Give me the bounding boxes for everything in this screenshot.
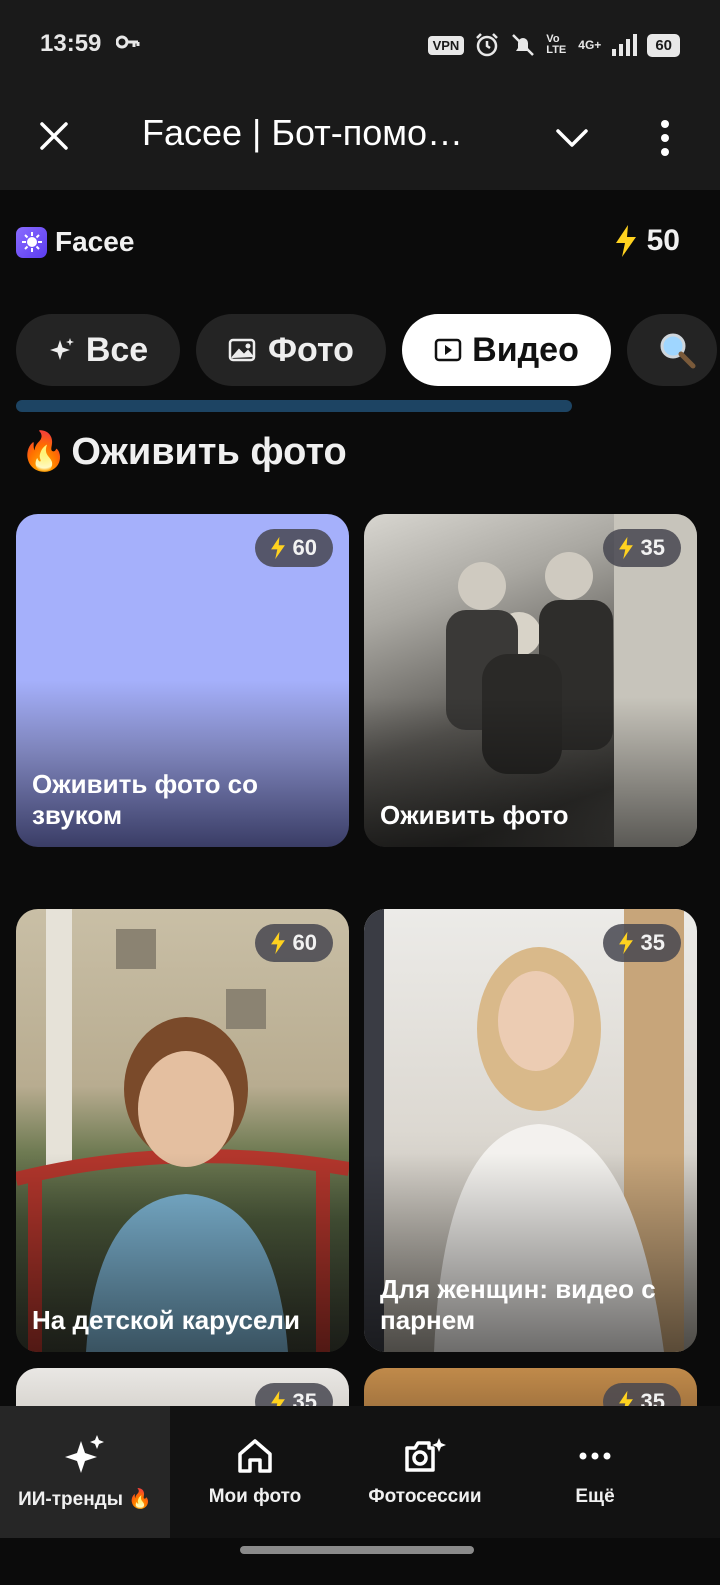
section-title-text: Оживить фото xyxy=(71,430,347,473)
app-name: Facee xyxy=(55,226,135,257)
bell-off-icon xyxy=(512,34,535,56)
cost-value: 60 xyxy=(292,535,317,560)
network-type: 4G+ xyxy=(578,38,602,52)
cost-badge: 35 xyxy=(602,529,681,567)
cost-value: 35 xyxy=(640,535,665,560)
lightning-icon xyxy=(618,536,633,560)
card-title: На детской карусели xyxy=(32,1305,300,1335)
card-women-video[interactable]: 35 Для женщин: видео с парнем xyxy=(364,909,697,1352)
cost-badge: 35 xyxy=(602,924,681,962)
sparkle-icon xyxy=(49,338,74,360)
status-bar: 13:59 VPN Vo LTE 4G+ 60 xyxy=(0,0,720,90)
balance-value: 50 xyxy=(646,224,680,257)
more-horizontal-icon xyxy=(579,1452,611,1460)
card-animate-sound[interactable]: 60 Оживить фото со звуком xyxy=(16,514,349,847)
nav-label: Ещё xyxy=(575,1486,615,1507)
tab-label: Фото xyxy=(268,330,354,369)
nav-photoshoots[interactable]: Фотосессии xyxy=(340,1406,510,1538)
home-indicator[interactable] xyxy=(240,1546,474,1554)
lightning-icon xyxy=(618,931,633,955)
status-icons: VPN Vo LTE 4G+ 60 xyxy=(427,32,680,58)
brand-logo-icon xyxy=(16,226,47,258)
home-icon xyxy=(238,1439,272,1473)
tab-label: Видео xyxy=(472,330,579,369)
nav-label: Мои фото xyxy=(208,1486,302,1507)
nav-more[interactable]: Ещё xyxy=(510,1406,680,1538)
cost-badge: 60 xyxy=(254,924,333,962)
lightning-icon xyxy=(270,931,285,955)
video-icon xyxy=(434,338,462,362)
chevron-down-icon[interactable] xyxy=(552,118,592,158)
nav-my-photos[interactable]: Мои фото xyxy=(170,1406,340,1538)
nav-ai-trends[interactable]: ИИ-тренды 🔥 xyxy=(0,1406,170,1538)
cost-badge: 60 xyxy=(254,529,333,567)
image-icon xyxy=(228,338,256,362)
more-vertical-button[interactable] xyxy=(650,114,680,162)
balance-display[interactable]: 50 xyxy=(613,224,680,258)
nav-label: ИИ-тренды 🔥 xyxy=(18,1489,152,1510)
vpn-badge: VPN xyxy=(427,35,465,55)
signal-icon xyxy=(612,34,638,56)
webview-header: Facee | Бот-помо… xyxy=(0,90,720,190)
volte-label: Vo LTE xyxy=(546,33,567,56)
fire-emoji: 🔥 xyxy=(20,431,68,473)
nav-label: Фотосессии xyxy=(368,1486,482,1507)
tab-label: Все xyxy=(85,330,149,369)
battery-indicator: 60 xyxy=(647,33,680,57)
key-icon xyxy=(116,35,140,49)
search-icon xyxy=(660,333,696,369)
page-title: Facee | Бот-помо… xyxy=(142,112,464,153)
card-title: Для женщин: видео с парнем xyxy=(380,1274,656,1335)
sparkles-icon xyxy=(65,1435,104,1473)
card-carousel[interactable]: 60 На детской карусели xyxy=(16,909,349,1352)
camera-sparkle-icon xyxy=(405,1438,446,1472)
tab-video[interactable]: Видео xyxy=(402,314,611,386)
app-brand: Facee xyxy=(16,226,134,258)
cost-value: 35 xyxy=(640,930,665,955)
category-tabs: Все Фото Видео xyxy=(16,314,717,386)
tab-photo[interactable]: Фото xyxy=(196,314,386,386)
card-title: Оживить фото xyxy=(380,800,569,830)
card-title: Оживить фото со звуком xyxy=(32,769,259,830)
alarm-icon xyxy=(476,33,499,57)
lightning-icon xyxy=(270,536,285,560)
tab-search[interactable] xyxy=(627,314,717,386)
close-button[interactable] xyxy=(34,116,74,156)
cost-value: 60 xyxy=(292,930,317,955)
status-time: 13:59 xyxy=(40,30,102,57)
bottom-navigation: ИИ-тренды 🔥 Мои фото Фотосессии Ещё xyxy=(0,1406,720,1538)
tabs-scroll-indicator xyxy=(16,400,572,412)
lightning-icon xyxy=(615,225,636,257)
tab-all[interactable]: Все xyxy=(16,314,180,386)
card-animate-photo[interactable]: 35 Оживить фото xyxy=(364,514,697,847)
section-title: 🔥 Оживить фото xyxy=(20,430,347,474)
